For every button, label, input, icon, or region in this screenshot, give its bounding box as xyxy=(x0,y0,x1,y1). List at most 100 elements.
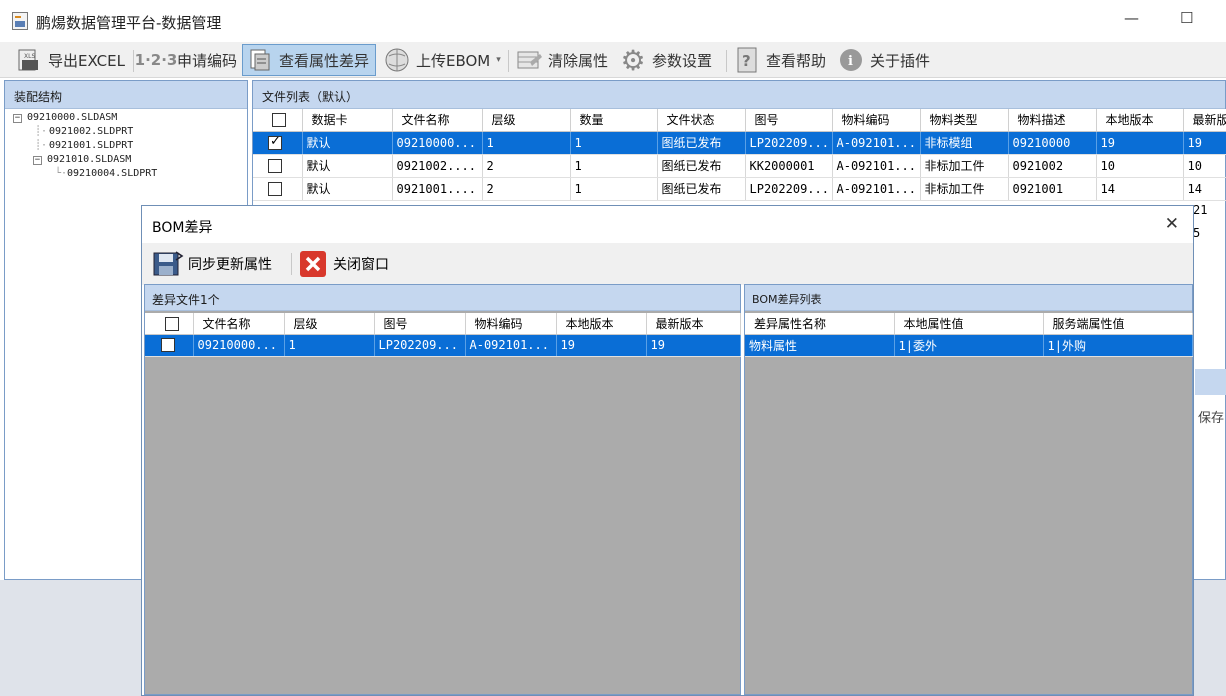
assembly-panel-header: 装配结构 xyxy=(5,81,247,109)
table-cell: 2 xyxy=(482,154,571,178)
minimize-button[interactable]: — xyxy=(1124,9,1139,27)
table-row[interactable]: 09210000... 1 LP202209... A-092101... 19… xyxy=(145,334,741,357)
table-cell: 非标加工件 xyxy=(920,154,1009,178)
table-cell: A-092101... xyxy=(832,154,921,178)
export-excel-button[interactable]: XLS 导出EXCEL xyxy=(12,44,129,76)
table-cell: 1 xyxy=(482,131,571,155)
tree-node-root[interactable]: 09210000.SLDASM xyxy=(27,112,117,123)
row-checkbox[interactable] xyxy=(268,134,282,150)
table-cell: 09210000... xyxy=(193,334,285,357)
table-cell: 1 xyxy=(570,177,658,201)
view-attribute-diff-button[interactable]: 查看属性差异 xyxy=(242,44,376,76)
table-cell: 默认 xyxy=(302,154,393,178)
table-row[interactable]: 默认 0921001.... 2 1 图纸已发布 LP202209... A-0… xyxy=(253,177,1226,201)
maximize-button[interactable]: ☐ xyxy=(1180,9,1193,27)
table-cell: A-092101... xyxy=(832,177,921,201)
table-cell: 非标模组 xyxy=(920,131,1009,155)
row-checkbox[interactable] xyxy=(268,158,282,173)
title-bar: 鹏煬数据管理平台-数据管理 — ☐ xyxy=(0,0,1226,42)
sync-update-attributes-button[interactable]: 同步更新属性 xyxy=(152,249,272,279)
table-cell: 14 xyxy=(1096,177,1184,201)
column-header[interactable]: 差异属性名称 xyxy=(745,313,895,335)
table-cell: 5 xyxy=(1193,226,1201,240)
table-row[interactable]: 默认 09210000... 1 1 图纸已发布 LP202209... A-0… xyxy=(253,131,1226,155)
column-header[interactable]: 文件名称 xyxy=(392,109,483,132)
column-header[interactable]: 图号 xyxy=(745,109,833,132)
table-cell: 19 xyxy=(1183,131,1226,155)
table-cell: 19 xyxy=(646,334,741,357)
column-header[interactable]: 物料描述 xyxy=(1008,109,1097,132)
column-header[interactable]: 文件状态 xyxy=(657,109,746,132)
dialog-toolbar: 同步更新属性 关闭窗口 xyxy=(142,243,1193,285)
select-all-checkbox[interactable] xyxy=(272,113,286,127)
table-cell: LP202209... xyxy=(745,177,833,201)
table-header-row: 数据卡 文件名称 层级 数量 文件状态 图号 物料编码 物料类型 物料描述 本地… xyxy=(253,109,1226,132)
table-cell: 10 xyxy=(1183,154,1226,178)
table-header-row: 文件名称 层级 图号 物料编码 本地版本 最新版本 xyxy=(145,313,741,335)
column-header[interactable]: 本地版本 xyxy=(556,313,647,335)
column-header[interactable]: 物料类型 xyxy=(920,109,1009,132)
column-header[interactable]: 文件名称 xyxy=(193,313,285,335)
collapse-toggle[interactable]: − xyxy=(13,114,22,123)
file-list-table: 数据卡 文件名称 层级 数量 文件状态 图号 物料编码 物料类型 物料描述 本地… xyxy=(253,109,1226,201)
table-cell: 物料属性 xyxy=(745,334,895,357)
tree-node[interactable]: 0921010.SLDASM xyxy=(47,154,131,165)
chevron-down-icon[interactable]: ▾ xyxy=(496,55,501,65)
dialog-title: BOM差异 xyxy=(152,220,213,236)
table-cell: 19 xyxy=(556,334,647,357)
column-header[interactable]: 物料编码 xyxy=(832,109,921,132)
bom-diff-dialog: BOM差异 ✕ 同步更新属性 关闭窗口 差异文件1个 文件名称 层级 图号 物料… xyxy=(141,205,1194,696)
table-row[interactable]: 物料属性 1|委外 1|外购 xyxy=(745,334,1193,357)
tree-node[interactable]: 0921001.SLDPRT xyxy=(49,140,133,151)
app-logo-icon xyxy=(12,12,28,30)
save-disk-icon xyxy=(152,250,184,278)
column-header[interactable]: 图号 xyxy=(374,313,466,335)
diff-files-panel: 差异文件1个 文件名称 层级 图号 物料编码 本地版本 最新版本 0921000… xyxy=(144,284,741,695)
save-label[interactable]: 保存 xyxy=(1198,407,1224,426)
table-cell: 10 xyxy=(1096,154,1184,178)
excel-export-icon: XLS xyxy=(16,48,42,72)
column-header[interactable]: 数据卡 xyxy=(302,109,393,132)
toolbar-separator xyxy=(291,253,292,275)
column-header[interactable]: 最新版本 xyxy=(646,313,741,335)
table-cell: 图纸已发布 xyxy=(657,177,746,201)
bom-diff-list-panel: BOM差异列表 差异属性名称 本地属性值 服务端属性值 物料属性 1|委外 1|… xyxy=(744,284,1193,695)
main-toolbar: XLS 导出EXCEL 1·2·3 申请编码 查看属性差异 上传EBOM ▾ 清… xyxy=(0,42,1226,78)
view-help-button[interactable]: ? 查看帮助 xyxy=(730,44,830,76)
collapse-toggle[interactable]: − xyxy=(33,156,42,165)
column-header[interactable]: 物料编码 xyxy=(465,313,557,335)
bom-diff-list-header: BOM差异列表 xyxy=(745,285,1192,311)
table-cell: 图纸已发布 xyxy=(657,131,746,155)
column-header[interactable]: 本地属性值 xyxy=(894,313,1044,335)
column-header[interactable]: 服务端属性值 xyxy=(1043,313,1193,335)
close-window-button[interactable]: 关闭窗口 xyxy=(297,249,389,279)
table-cell: A-092101... xyxy=(832,131,921,155)
table-cell: 1 xyxy=(570,154,658,178)
close-icon[interactable]: ✕ xyxy=(1165,214,1179,234)
parameter-settings-button[interactable]: ⚙ 参数设置 xyxy=(616,44,716,77)
table-cell: 09210000... xyxy=(392,131,483,155)
123-code-icon: 1·2·3 xyxy=(134,51,178,69)
table-cell: LP202209... xyxy=(745,131,833,155)
clear-attributes-button[interactable]: 清除属性 xyxy=(512,44,612,76)
column-header[interactable]: 数量 xyxy=(570,109,658,132)
tree-node[interactable]: 0921002.SLDPRT xyxy=(49,126,133,137)
tree-node[interactable]: 09210004.SLDPRT xyxy=(67,168,157,179)
about-plugin-button[interactable]: i 关于插件 xyxy=(834,44,934,76)
column-header[interactable]: 本地版本 xyxy=(1096,109,1184,132)
select-all-checkbox-cell[interactable] xyxy=(253,109,303,132)
row-checkbox[interactable] xyxy=(268,181,282,196)
table-cell: LP202209... xyxy=(374,334,466,357)
column-header[interactable]: 层级 xyxy=(284,313,375,335)
table-row[interactable]: 默认 0921002.... 2 1 图纸已发布 KK2000001 A-092… xyxy=(253,154,1226,178)
row-checkbox[interactable] xyxy=(161,338,175,353)
table-cell: 1|委外 xyxy=(894,334,1044,357)
select-all-checkbox[interactable] xyxy=(165,316,179,331)
apply-code-button[interactable]: 1·2·3 申请编码 xyxy=(134,44,241,76)
svg-text:XLS: XLS xyxy=(24,53,35,60)
table-cell: 1 xyxy=(570,131,658,155)
upload-ebom-button[interactable]: 上传EBOM ▾ xyxy=(380,44,505,76)
toolbar-separator xyxy=(726,50,727,72)
column-header[interactable]: 最新版 xyxy=(1183,109,1226,132)
column-header[interactable]: 层级 xyxy=(482,109,571,132)
